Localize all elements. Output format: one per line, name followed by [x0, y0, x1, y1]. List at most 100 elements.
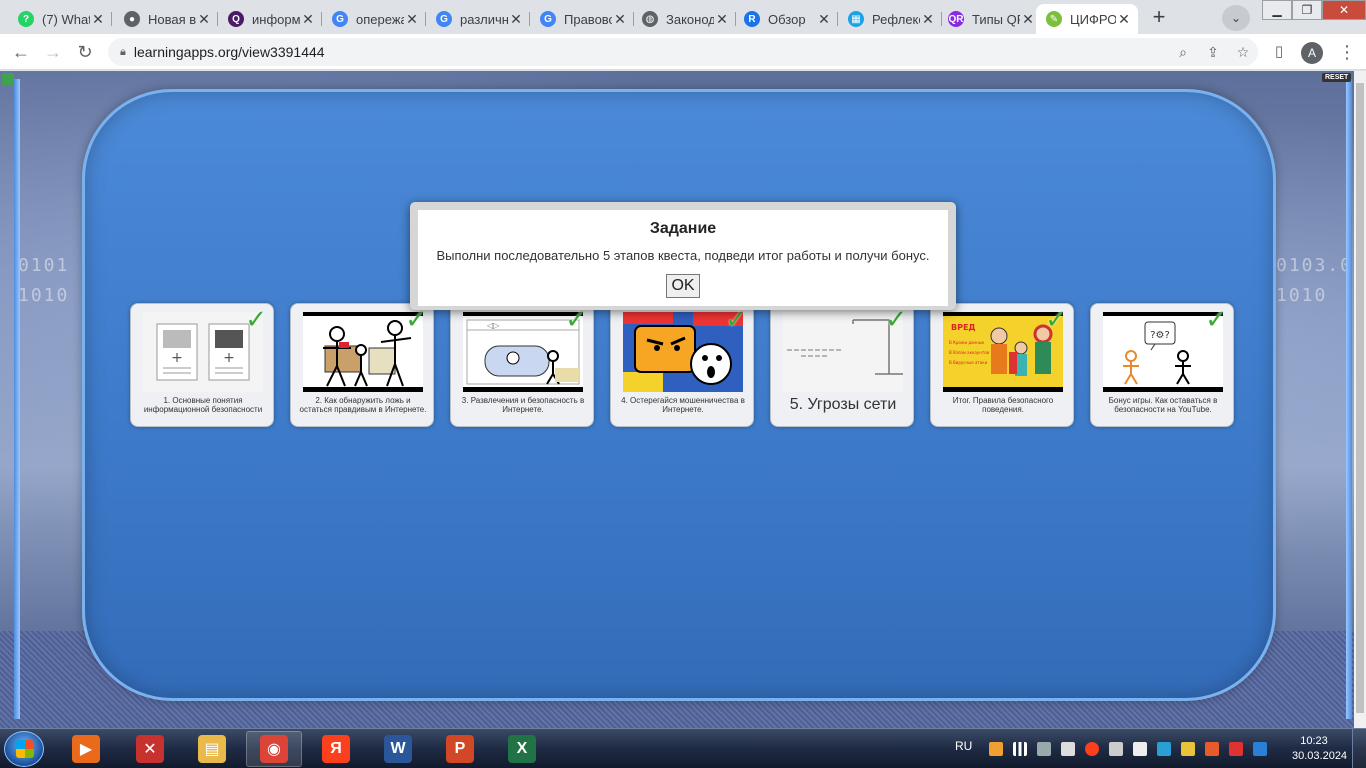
- tab-search-button[interactable]: ⌄: [1222, 5, 1250, 31]
- browser-toolbar: ← → ↻ 🔒︎ learningapps.org/view3391444 ⌕ …: [0, 34, 1366, 70]
- browser-tab[interactable]: ◍ Законодательство✕: [632, 4, 736, 34]
- quest-card-3[interactable]: ◁▷ ✓ 3. Развлечения и безопасность в Инт…: [450, 303, 594, 427]
- browser-tab[interactable]: ✎ ЦИФРОВОЙ✕: [1036, 4, 1138, 34]
- tab-close-icon[interactable]: ✕: [714, 11, 730, 28]
- tab-title: информационная: [252, 11, 300, 27]
- svg-text:?⚙?: ?⚙?: [1150, 330, 1170, 341]
- usb-icon[interactable]: [1109, 742, 1124, 756]
- taskbar-clock[interactable]: 10:23 30.03.2024: [1292, 734, 1348, 764]
- taskbar-app-button[interactable]: ◉: [246, 731, 302, 767]
- back-button[interactable]: ←: [8, 39, 34, 65]
- keyboard-icon[interactable]: [1037, 742, 1052, 756]
- taskbar-app-button[interactable]: ✕: [122, 731, 178, 767]
- zoom-icon[interactable]: ⌕: [1168, 44, 1198, 61]
- minimize-button[interactable]: ▁: [1262, 0, 1292, 20]
- browser-tab[interactable]: R Обзор ✕: [734, 4, 838, 34]
- action-center-icon[interactable]: [1229, 742, 1244, 756]
- tab-title: Типы QR: [972, 11, 1020, 27]
- taskbar-app-button[interactable]: ▶: [58, 731, 114, 767]
- taskbar-app-button[interactable]: Я: [308, 731, 364, 767]
- presentation-app-icon: ✕: [136, 735, 164, 763]
- share-icon[interactable]: ⇪: [1198, 44, 1228, 61]
- page-scrollbar[interactable]: [1354, 71, 1366, 728]
- show-desktop-button[interactable]: [1352, 729, 1366, 768]
- tab-close-icon[interactable]: ✕: [300, 11, 316, 28]
- browser-tab[interactable]: Gразличные✕: [426, 4, 530, 34]
- yandex-tray-icon[interactable]: [1085, 742, 1100, 756]
- card-caption: Бонус игры. Как оставаться в безопасност…: [1108, 396, 1218, 414]
- tray-helper-icon[interactable]: [1157, 742, 1172, 756]
- card-caption: 5. Угрозы сети: [789, 396, 897, 413]
- maximize-button[interactable]: ❐: [1292, 0, 1322, 20]
- taskbar-app-button[interactable]: ▤: [184, 731, 240, 767]
- browser-tab[interactable]: G Правовое✕: [530, 4, 634, 34]
- learningapps-corner-icon[interactable]: [2, 73, 14, 85]
- side-panel-icon[interactable]: ▯: [1266, 39, 1292, 65]
- tab-close-icon[interactable]: ✕: [90, 11, 106, 28]
- printer-icon[interactable]: [1061, 742, 1076, 756]
- new-tab-button[interactable]: +: [1146, 5, 1172, 31]
- scrollbar-thumb[interactable]: [1356, 83, 1364, 713]
- windows-logo-icon: [16, 740, 34, 758]
- tray-app-icon[interactable]: [989, 742, 1004, 756]
- browser-tab[interactable]: Qинформационная✕: [218, 4, 322, 34]
- quest-card-6[interactable]: ВРЕД В Кражи данных В Взлом аккаунтов В …: [930, 303, 1074, 427]
- whatsapp-icon: ?: [18, 11, 34, 27]
- tab-close-icon[interactable]: ✕: [816, 11, 832, 28]
- tab-close-icon[interactable]: ✕: [508, 11, 524, 28]
- forward-button[interactable]: →: [40, 39, 66, 65]
- task-dialog-body: Задание Выполни последовательно 5 этапов…: [418, 210, 948, 306]
- tab-close-icon[interactable]: ✕: [1020, 11, 1036, 28]
- network-signal-icon[interactable]: [1013, 742, 1028, 756]
- browser-tab[interactable]: QR Типы QR✕: [938, 4, 1042, 34]
- tab-close-icon[interactable]: ✕: [1116, 11, 1132, 28]
- tab-title: различные: [460, 11, 508, 27]
- bookmark-star-icon[interactable]: ☆: [1228, 44, 1258, 61]
- google-icon: G: [332, 11, 348, 27]
- close-window-button[interactable]: ✕: [1322, 0, 1366, 20]
- tab-close-icon[interactable]: ✕: [920, 11, 936, 28]
- reset-button[interactable]: RESET: [1322, 73, 1352, 82]
- taskbar-app-button[interactable]: W: [370, 731, 426, 767]
- svg-text:+: +: [223, 350, 235, 366]
- speaker-icon[interactable]: [1205, 742, 1220, 756]
- card-caption: 2. Как обнаружить ложь и остаться правди…: [299, 396, 427, 414]
- qr-icon: QR: [948, 11, 964, 27]
- quest-card-5[interactable]: ✓ 5. Угрозы сети: [770, 303, 914, 427]
- quest-card-7[interactable]: ?⚙? ✓ Бонус игры. Как оставаться в безоп…: [1090, 303, 1234, 427]
- browser-tab[interactable]: ● Новая вкладка✕: [114, 4, 218, 34]
- completed-check-icon: ✓: [1045, 304, 1067, 334]
- tab-close-icon[interactable]: ✕: [404, 11, 420, 28]
- clock-date: 30.03.2024: [1292, 750, 1348, 762]
- volume-icon[interactable]: [1133, 742, 1148, 756]
- card-6-heading: ВРЕД: [951, 323, 976, 332]
- quest-card-1[interactable]: + + ✓ 1. Основные понятия информационной…: [130, 303, 274, 427]
- quest-cards: + + ✓ 1. Основные понятия информационной…: [130, 303, 1236, 427]
- notification-icon[interactable]: [1253, 742, 1268, 756]
- language-indicator[interactable]: RU: [955, 739, 972, 753]
- tab-title: (7) WhatsApp: [42, 11, 90, 27]
- tab-title: опережающее: [356, 11, 404, 27]
- ok-button[interactable]: OK: [666, 274, 700, 298]
- quest-card-2[interactable]: ✓ 2. Как обнаружить ложь и остаться прав…: [290, 303, 434, 427]
- quest-card-4[interactable]: ✓ 4. Остерегайся мошенничества в Интерне…: [610, 303, 754, 427]
- power-icon[interactable]: [1181, 742, 1196, 756]
- start-button[interactable]: [4, 731, 44, 767]
- chrome-icon: ◉: [260, 735, 288, 763]
- browser-tab[interactable]: ? (7) WhatsApp✕: [8, 4, 112, 34]
- left-glow-bar: [14, 79, 20, 719]
- card-6-line: В Кражи данных: [949, 340, 985, 345]
- profile-avatar[interactable]: A: [1301, 42, 1323, 64]
- menu-icon[interactable]: ⋮: [1334, 39, 1360, 65]
- taskbar-app-button[interactable]: X: [494, 731, 550, 767]
- reload-button[interactable]: ↻: [72, 39, 98, 65]
- tab-title: Законодательство: [666, 11, 714, 27]
- task-dialog-text: Выполни последовательно 5 этапов квеста,…: [436, 248, 930, 263]
- tab-strip: ?(7) WhatsApp✕●Новая вкладка✕Qинформацио…: [0, 0, 1366, 34]
- tab-close-icon[interactable]: ✕: [612, 11, 628, 28]
- taskbar-app-button[interactable]: P: [432, 731, 488, 767]
- address-bar[interactable]: 🔒︎ learningapps.org/view3391444 ⌕ ⇪ ☆: [108, 38, 1258, 66]
- browser-tab[interactable]: Gопережающее✕: [322, 4, 426, 34]
- browser-tab[interactable]: ▦ Рефлексия✕: [838, 4, 942, 34]
- tab-close-icon[interactable]: ✕: [196, 11, 212, 28]
